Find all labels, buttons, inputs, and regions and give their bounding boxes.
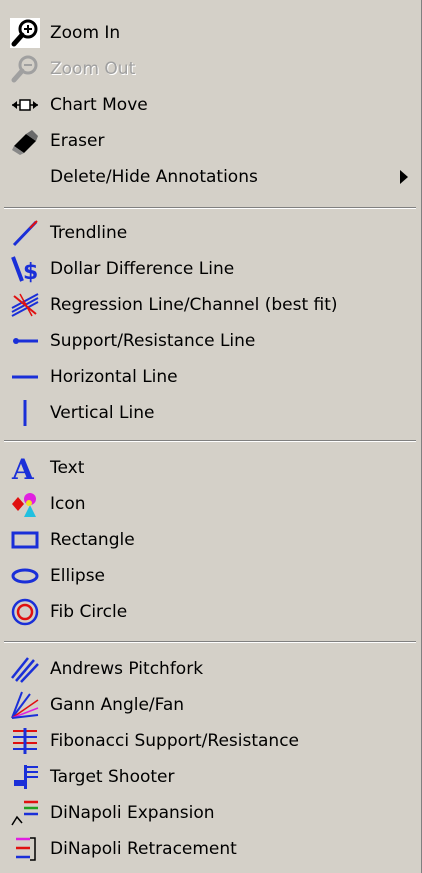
shapes-icon (10, 489, 40, 519)
menu-item-dollar-difference-line[interactable]: $ Dollar Difference Line (0, 251, 420, 287)
menu-label: Horizontal Line (50, 367, 178, 387)
gann-fan-icon (10, 690, 40, 720)
regression-icon (10, 290, 40, 320)
menu-label: Fibonacci Support/Resistance (50, 731, 300, 751)
menu-separator (4, 207, 416, 209)
ellipse-icon (10, 561, 40, 591)
menu-item-gann-angle-fan[interactable]: Gann Angle/Fan (0, 687, 420, 723)
menu-item-horizontal-line[interactable]: Horizontal Line (0, 359, 420, 395)
menu-item-delete-hide-annotations[interactable]: Delete/Hide Annotations (0, 159, 420, 195)
svg-text:A: A (11, 453, 35, 483)
menu-label: Regression Line/Channel (best fit) (50, 295, 338, 315)
menu-label: Andrews Pitchfork (50, 659, 204, 679)
menu-label: Vertical Line (50, 403, 155, 423)
chart-move-icon (10, 90, 40, 120)
svg-text:$: $ (23, 260, 38, 284)
menu-item-vertical-line[interactable]: Vertical Line (0, 395, 420, 431)
menu-label: DiNapoli Expansion (50, 803, 215, 823)
menu-item-trendline[interactable]: Trendline (0, 215, 420, 251)
vertical-line-icon (10, 398, 40, 428)
dinapoli-retracement-icon (10, 834, 40, 864)
menu-item-icon[interactable]: Icon (0, 486, 420, 522)
menu-label: Chart Move (50, 95, 148, 115)
menu-label: Support/Resistance Line (50, 331, 256, 351)
fib-circle-icon (10, 597, 40, 627)
dinapoli-expansion-icon (10, 798, 40, 828)
menu-label: Gann Angle/Fan (50, 695, 185, 715)
pitchfork-icon (10, 654, 40, 684)
menu-item-eraser[interactable]: Eraser (0, 123, 420, 159)
zoom-in-icon (10, 18, 40, 48)
menu-item-fibonacci-support-resistance[interactable]: Fibonacci Support/Resistance (0, 723, 420, 759)
menu-label: Zoom Out (50, 59, 136, 79)
menu-item-dinapoli-retracement[interactable]: DiNapoli Retracement (0, 831, 420, 867)
menu-label: DiNapoli Retracement (50, 839, 237, 859)
support-resistance-icon (10, 326, 40, 356)
menu-label: Text (50, 458, 85, 478)
menu-item-text[interactable]: A Text (0, 450, 420, 486)
target-shooter-icon (10, 762, 40, 792)
trendline-icon (10, 218, 40, 248)
menu-label: Eraser (50, 131, 105, 151)
menu-item-support-resistance-line[interactable]: Support/Resistance Line (0, 323, 420, 359)
menu-item-chart-move[interactable]: Chart Move (0, 87, 420, 123)
menu-label: Rectangle (50, 530, 135, 550)
submenu-arrow-icon (400, 170, 408, 184)
text-icon: A (10, 453, 40, 483)
menu-item-rectangle[interactable]: Rectangle (0, 522, 420, 558)
menu-item-zoom-out[interactable]: Zoom Out (0, 51, 420, 87)
menu-label: Target Shooter (50, 767, 175, 787)
menu-item-andrews-pitchfork[interactable]: Andrews Pitchfork (0, 651, 420, 687)
menu-item-ellipse[interactable]: Ellipse (0, 558, 420, 594)
zoom-out-icon (10, 54, 40, 84)
rectangle-icon (10, 525, 40, 555)
menu-label: Dollar Difference Line (50, 259, 235, 279)
horizontal-line-icon (10, 362, 40, 392)
menu-separator (4, 440, 416, 442)
menu-label: Delete/Hide Annotations (50, 167, 258, 187)
menu-separator (4, 641, 416, 643)
context-menu: Zoom In Zoom Out Chart Move Eraser Delet… (0, 0, 422, 873)
menu-item-target-shooter[interactable]: Target Shooter (0, 759, 420, 795)
menu-item-regression-line[interactable]: Regression Line/Channel (best fit) (0, 287, 420, 323)
menu-label: Icon (50, 494, 86, 514)
eraser-icon (10, 126, 40, 156)
menu-label: Zoom In (50, 23, 121, 43)
menu-label: Fib Circle (50, 602, 128, 622)
menu-item-fib-circle[interactable]: Fib Circle (0, 594, 420, 630)
menu-label: Ellipse (50, 566, 106, 586)
menu-item-dinapoli-expansion[interactable]: DiNapoli Expansion (0, 795, 420, 831)
menu-item-zoom-in[interactable]: Zoom In (0, 15, 420, 51)
dollar-difference-icon: $ (10, 254, 40, 284)
fibonacci-icon (10, 726, 40, 756)
menu-label: Trendline (50, 223, 128, 243)
